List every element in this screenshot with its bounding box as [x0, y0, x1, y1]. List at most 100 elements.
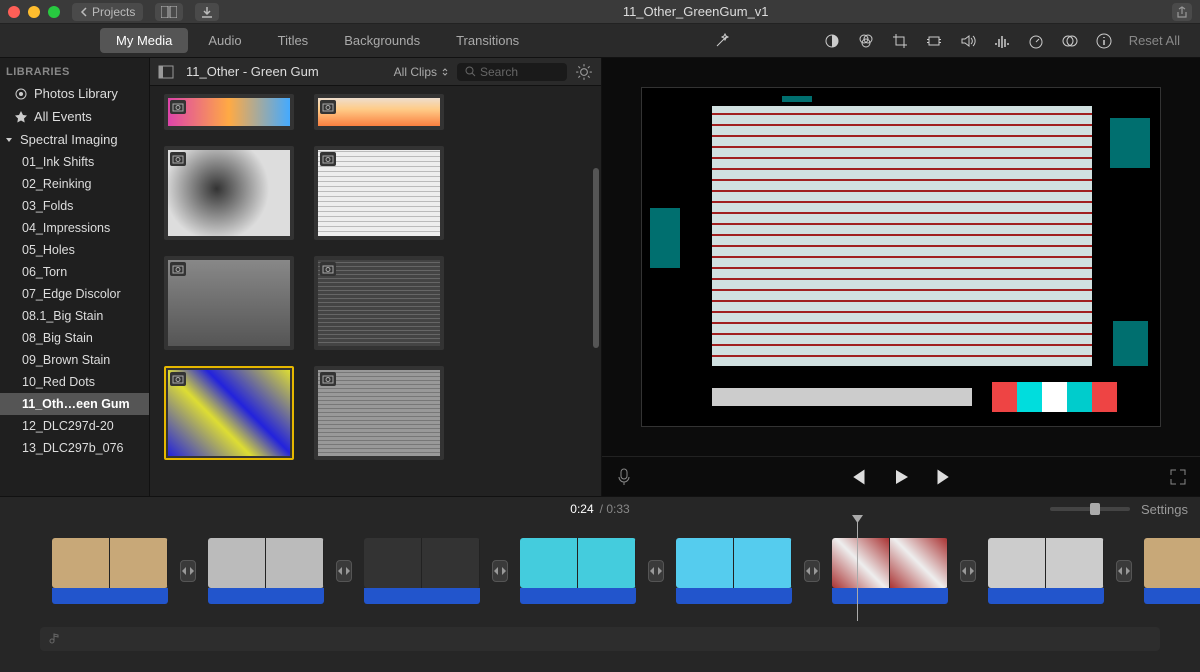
tab-audio[interactable]: Audio	[192, 28, 257, 53]
minimize-window-button[interactable]	[28, 6, 40, 18]
timeline-clip[interactable]	[520, 538, 636, 604]
noise-reduction-icon[interactable]	[993, 32, 1011, 50]
reset-all-button[interactable]: Reset All	[1129, 33, 1180, 48]
timeline-clip-thumbs	[208, 538, 324, 588]
transition-marker[interactable]	[336, 560, 352, 582]
timeline-clip-audio[interactable]	[364, 588, 480, 604]
import-button[interactable]	[195, 3, 219, 21]
transition-marker[interactable]	[960, 560, 976, 582]
playhead[interactable]	[857, 521, 858, 621]
layout-toggle-button[interactable]	[155, 3, 183, 21]
color-correction-icon[interactable]	[857, 32, 875, 50]
timeline-clip-audio[interactable]	[832, 588, 948, 604]
sidebar-event-item[interactable]: 09_Brown Stain	[0, 349, 149, 371]
clip-filter-dropdown[interactable]: All Clips	[394, 65, 449, 79]
sidebar-event-item[interactable]: 12_DLC297d-20	[0, 415, 149, 437]
zoom-slider-thumb[interactable]	[1090, 503, 1100, 515]
voiceover-icon[interactable]	[616, 468, 632, 486]
timeline-zoom-slider[interactable]	[1050, 507, 1130, 511]
sidebar-item-photos[interactable]: Photos Library	[0, 82, 149, 105]
sidebar-event-item[interactable]: 07_Edge Discolor	[0, 283, 149, 305]
transition-marker[interactable]	[648, 560, 664, 582]
sidebar-event-item[interactable]: 08_Big Stain	[0, 327, 149, 349]
maximize-window-button[interactable]	[48, 6, 60, 18]
sidebar-event-item[interactable]: 10_Red Dots	[0, 371, 149, 393]
tab-my-media[interactable]: My Media	[100, 28, 188, 53]
timeline-clip[interactable]	[832, 538, 948, 604]
artifact	[650, 208, 680, 268]
timeline-clip-audio[interactable]	[520, 588, 636, 604]
sidebar-event-item[interactable]: 04_Impressions	[0, 217, 149, 239]
media-clip[interactable]	[314, 256, 444, 350]
enhance-wand-icon[interactable]	[713, 32, 731, 50]
sidebar-event-item[interactable]: 03_Folds	[0, 195, 149, 217]
speed-icon[interactable]	[1027, 32, 1045, 50]
clip-thumbnail	[318, 98, 440, 126]
transition-marker[interactable]	[180, 560, 196, 582]
media-clip[interactable]	[164, 256, 294, 350]
stabilization-icon[interactable]	[925, 32, 943, 50]
events-list: 01_Ink Shifts02_Reinking03_Folds04_Impre…	[0, 151, 149, 459]
sidebar-toggle-icon[interactable]	[158, 65, 174, 79]
timeline-clip-audio[interactable]	[52, 588, 168, 604]
sidebar-event-item[interactable]: 08.1_Big Stain	[0, 305, 149, 327]
back-to-projects-button[interactable]: Projects	[72, 3, 143, 21]
timeline-header: 0:24 / 0:33 Settings	[0, 497, 1200, 521]
tab-titles[interactable]: Titles	[262, 28, 325, 53]
media-clip[interactable]	[164, 94, 294, 130]
tab-transitions[interactable]: Transitions	[440, 28, 535, 53]
sidebar-event-item[interactable]: 13_DLC297b_076	[0, 437, 149, 459]
camera-badge-icon	[320, 372, 336, 386]
timeline-clip-audio[interactable]	[208, 588, 324, 604]
timeline-clip-thumbs	[364, 538, 480, 588]
sidebar-item-all-events[interactable]: All Events	[0, 105, 149, 128]
close-window-button[interactable]	[8, 6, 20, 18]
preview-canvas[interactable]	[602, 58, 1200, 456]
timeline-clip-audio[interactable]	[676, 588, 792, 604]
share-button[interactable]	[1172, 3, 1192, 21]
window-titlebar: Projects 11_Other_GreenGum_v1	[0, 0, 1200, 24]
audio-track[interactable]	[40, 627, 1160, 651]
transition-marker[interactable]	[804, 560, 820, 582]
artifact	[1113, 321, 1148, 366]
media-clip[interactable]	[314, 94, 444, 130]
volume-icon[interactable]	[959, 32, 977, 50]
timeline-clip-audio[interactable]	[1144, 588, 1200, 604]
disclosure-triangle-icon[interactable]	[4, 135, 14, 145]
media-clip[interactable]	[164, 146, 294, 240]
transition-marker[interactable]	[1116, 560, 1132, 582]
transition-marker[interactable]	[492, 560, 508, 582]
sidebar-event-item[interactable]: 01_Ink Shifts	[0, 151, 149, 173]
fullscreen-icon[interactable]	[1170, 469, 1186, 485]
clip-filter-icon[interactable]	[1061, 32, 1079, 50]
browser-scrollbar[interactable]	[593, 168, 599, 348]
timeline-clip[interactable]	[364, 538, 480, 604]
timeline-clip[interactable]	[1144, 538, 1200, 604]
media-clip[interactable]	[314, 366, 444, 460]
media-clip[interactable]	[164, 366, 294, 460]
timeline-settings-button[interactable]: Settings	[1141, 502, 1188, 517]
info-icon[interactable]	[1095, 32, 1113, 50]
previous-button[interactable]	[847, 467, 867, 487]
color-balance-icon[interactable]	[823, 32, 841, 50]
timeline-track[interactable]	[0, 521, 1200, 621]
timeline-clip[interactable]	[676, 538, 792, 604]
next-button[interactable]	[935, 467, 955, 487]
media-clip[interactable]	[314, 146, 444, 240]
sidebar-event-item[interactable]: 05_Holes	[0, 239, 149, 261]
crop-icon[interactable]	[891, 32, 909, 50]
gear-icon[interactable]	[575, 63, 593, 81]
timeline-clip[interactable]	[988, 538, 1104, 604]
play-button[interactable]	[891, 467, 911, 487]
timeline-clip[interactable]	[52, 538, 168, 604]
sidebar-event-item[interactable]: 06_Torn	[0, 261, 149, 283]
sidebar-event-item[interactable]: 02_Reinking	[0, 173, 149, 195]
playback-controls	[602, 456, 1200, 496]
libraries-header: LIBRARIES	[0, 58, 149, 82]
sidebar-event-item[interactable]: 11_Oth…een Gum	[0, 393, 149, 415]
tab-backgrounds[interactable]: Backgrounds	[328, 28, 436, 53]
sidebar-item-library[interactable]: Spectral Imaging	[0, 128, 149, 151]
timeline-clip-audio[interactable]	[988, 588, 1104, 604]
search-field[interactable]: Search	[457, 63, 567, 81]
timeline-clip[interactable]	[208, 538, 324, 604]
